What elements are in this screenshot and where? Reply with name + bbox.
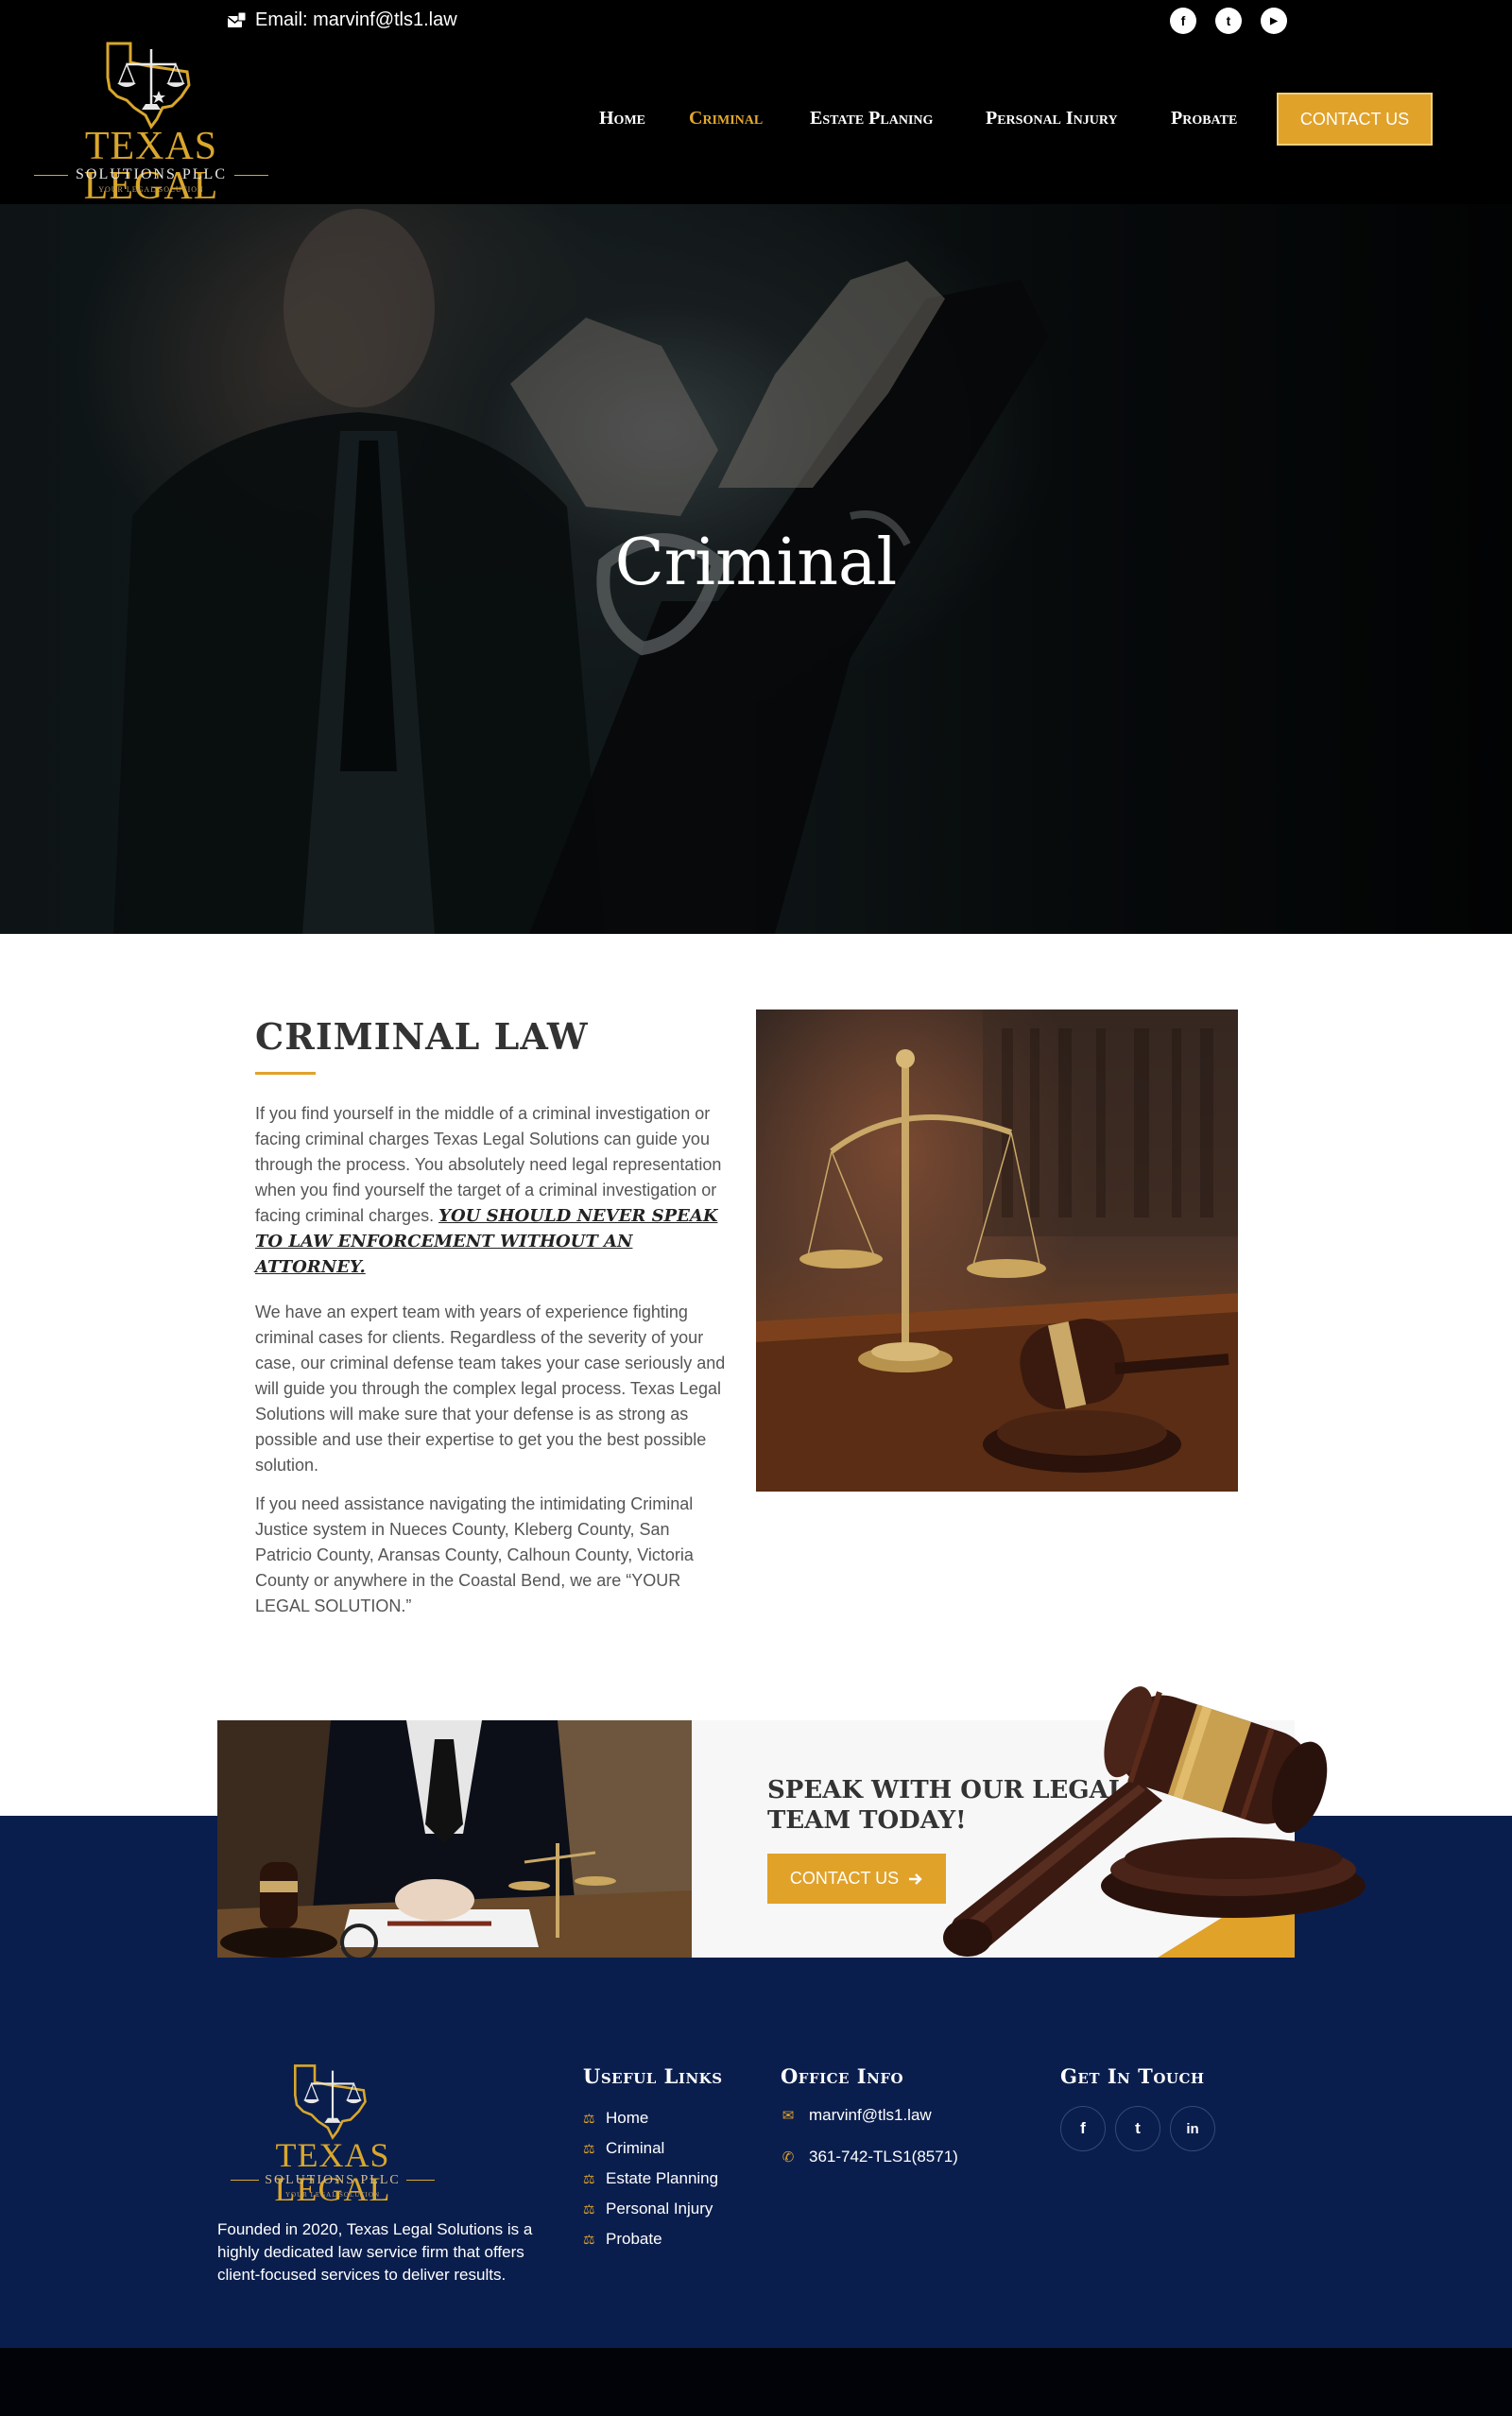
cta-button-label: CONTACT US <box>789 1869 900 1888</box>
get-in-touch-title: Get In Touch <box>1060 2064 1205 2088</box>
footer-phone[interactable]: ✆ 361-742-TLS1(8571) <box>781 2148 958 2166</box>
footer-logo[interactable]: TEXAS LEGAL SOLUTIONS PLLC YOUR LEGAL SO… <box>217 2062 448 2206</box>
hero-banner: Criminal <box>0 204 1512 934</box>
facebook-icon[interactable]: f <box>1170 8 1196 34</box>
bottom-bar <box>0 2348 1512 2416</box>
balance-icon: ⚖ <box>583 2200 595 2217</box>
balance-icon: ⚖ <box>583 2170 595 2186</box>
gavel-illustration <box>943 1686 1366 1957</box>
envelope-icon: ✉ <box>782 2108 795 2124</box>
balance-icon: ⚖ <box>583 2231 595 2247</box>
footer-email[interactable]: ✉ marvinf@tls1.law <box>781 2106 932 2125</box>
facebook-icon[interactable]: f <box>1060 2106 1106 2151</box>
texas-scales-emblem <box>294 2064 367 2140</box>
balance-icon: ⚖ <box>583 2140 595 2156</box>
youtube-icon[interactable]: ▶ <box>1261 8 1287 34</box>
phone-icon: ✆ <box>782 2149 795 2166</box>
nav-item-probate[interactable]: Probate <box>1171 108 1237 129</box>
hero-title: Criminal <box>614 526 898 600</box>
linkedin-icon[interactable]: in <box>1170 2106 1215 2151</box>
nav-item-home[interactable]: Home <box>599 108 645 129</box>
footer-link-estate-planning[interactable]: ⚖ Estate Planning <box>583 2164 718 2194</box>
balance-icon: ⚖ <box>583 2110 595 2126</box>
footer-link-probate[interactable]: ⚖ Probate <box>583 2224 718 2254</box>
office-info-title: Office Info <box>781 2064 904 2088</box>
cta-contact-button[interactable]: CONTACT US <box>767 1854 946 1904</box>
scales-gavel-image <box>756 1010 1238 1492</box>
contact-us-button[interactable]: CONTACT US <box>1277 93 1433 146</box>
footer-link-home[interactable]: ⚖ Home <box>583 2103 718 2133</box>
topbar-email[interactable]: Email: marvinf@tls1.law <box>225 9 457 31</box>
criminal-law-heading: CRIMINAL LAW <box>255 1015 589 1058</box>
footer-social: f t in <box>1060 2106 1215 2151</box>
nav-item-estate-planing[interactable]: Estate Planing <box>810 108 933 129</box>
footer-link-personal-injury[interactable]: ⚖ Personal Injury <box>583 2194 718 2224</box>
twitter-icon[interactable]: t <box>1215 8 1242 34</box>
useful-links-title: Useful Links <box>583 2064 723 2088</box>
logo-tagline: YOUR LEGAL SOLUTION <box>98 185 204 194</box>
criminal-law-paragraph-2: We have an expert team with years of exp… <box>255 1303 726 1475</box>
footer-link-criminal[interactable]: ⚖ Criminal <box>583 2133 718 2164</box>
lawyer-desk-illustration <box>217 1720 692 1958</box>
topbar-social: f t ▶ <box>1170 8 1287 34</box>
site-header: Email: marvinf@tls1.law f t ▶ TEXAS LEGA… <box>0 0 1512 206</box>
nav-item-criminal[interactable]: Criminal <box>689 108 763 129</box>
twitter-icon[interactable]: t <box>1115 2106 1160 2151</box>
footer-about-text: Founded in 2020, Texas Legal Solutions i… <box>217 2220 533 2284</box>
criminal-law-paragraph-3: If you need assistance navigating the in… <box>255 1494 694 1615</box>
useful-links-list: ⚖ Home ⚖ Criminal ⚖ Estate Planning ⚖ Person… <box>583 2103 718 2254</box>
scales-of-justice-illustration <box>756 1010 1238 1492</box>
lawyer-desk-image <box>217 1720 692 1958</box>
envelope-icon <box>227 11 247 27</box>
footer-logo-subtitle: SOLUTIONS PLLC <box>217 2173 448 2188</box>
arrow-right-icon <box>909 1872 922 1885</box>
topbar-email-text: Email: marvinf@tls1.law <box>255 9 457 30</box>
criminal-law-paragraph-1: If you find yourself in the middle of a … <box>255 1101 730 1280</box>
logo-subtitle: SOLUTIONS PLLC <box>21 166 282 183</box>
main-nav: Home Criminal Estate Planing Personal In… <box>0 93 1512 146</box>
footer-logo-tagline: YOUR LEGAL SOLUTION <box>284 2191 380 2199</box>
nav-item-personal-injury[interactable]: Personal Injury <box>986 108 1118 129</box>
heading-underline <box>255 1072 316 1075</box>
